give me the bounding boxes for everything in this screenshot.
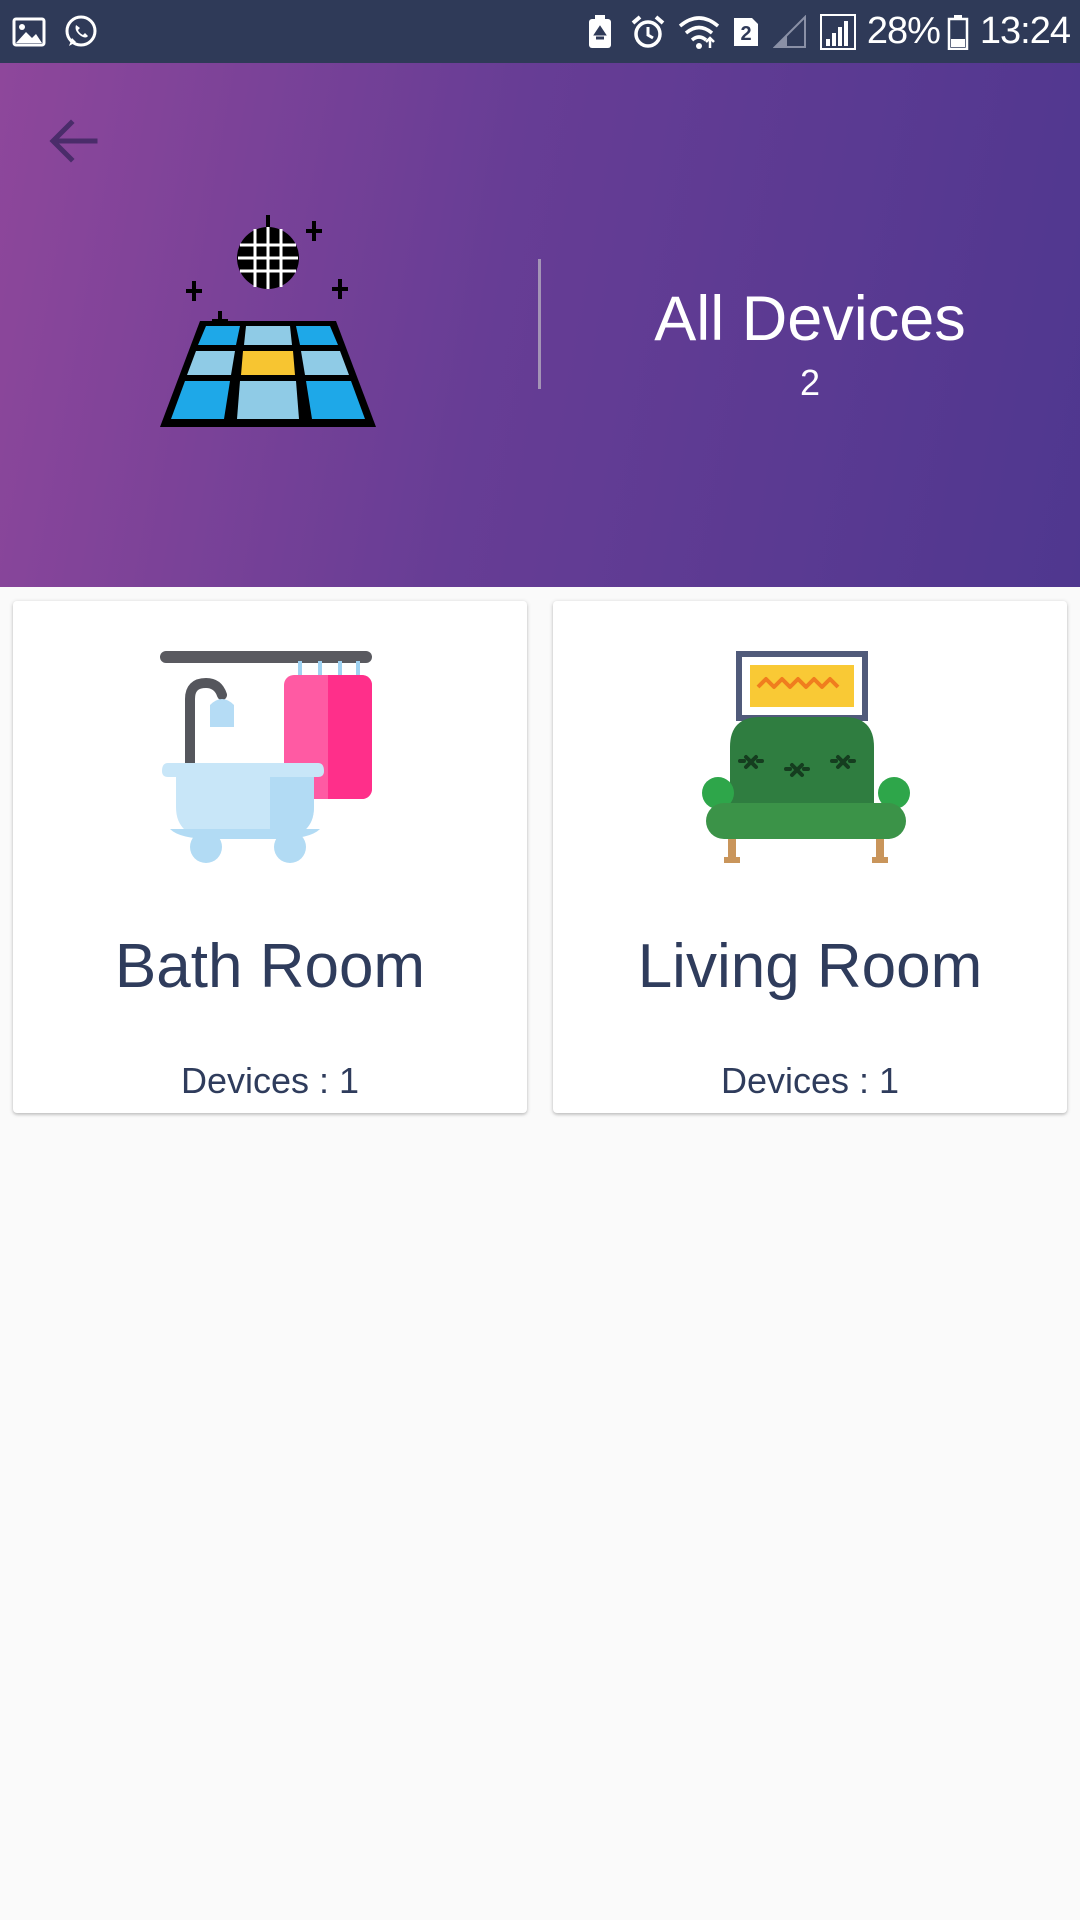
empty-area [0,1140,1080,1920]
room-name: Living Room [637,932,983,1001]
room-device-count: Devices : 1 [180,1060,360,1101]
signal-icon [771,13,809,51]
page-title: All Devices [654,284,966,354]
room-card-living-room[interactable]: Living Room Devices : 1 [553,601,1067,1113]
room-name: Bath Room [114,932,426,1001]
disco-floor-icon [160,215,376,427]
header-info: All Devices 2 [560,283,1060,407]
gallery-icon [10,13,48,51]
battery-icon [946,13,970,51]
battery-percent: 28% [866,10,941,52]
back-button[interactable] [38,105,110,177]
battery-saver-icon [581,13,619,51]
whatsapp-icon [62,13,100,51]
status-right: 2 28% 13:24 [571,0,1071,63]
sim2-icon: 2 [731,13,761,51]
sofa-icon [702,651,910,863]
arrow-left-icon [49,119,98,163]
room-device-count: Devices : 1 [720,1060,900,1101]
device-count: 2 [799,362,821,403]
bathtub-icon [160,651,372,863]
wifi-icon [677,13,721,51]
svg-text:2: 2 [740,23,751,45]
header-divider [538,259,541,389]
status-left [10,0,114,63]
room-card-bath-room[interactable]: Bath Room Devices : 1 [13,601,527,1113]
signal-icon [819,13,857,51]
alarm-icon [629,13,667,51]
clock: 13:24 [979,10,1071,52]
header-banner: All Devices 2 [0,63,1080,587]
status-bar: 2 28% 13:24 [0,0,1080,63]
